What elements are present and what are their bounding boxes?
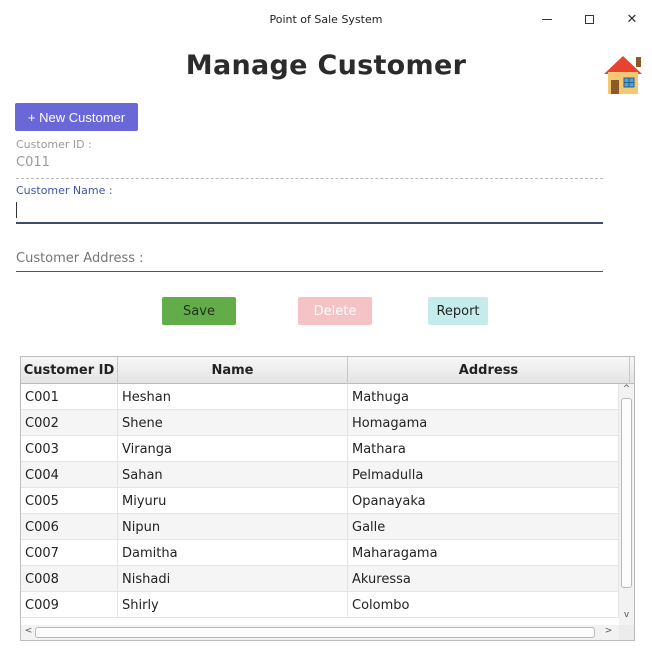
save-button[interactable]: Save xyxy=(162,297,236,325)
cell-name: Miyuru xyxy=(118,488,348,514)
cell-customer-id: C003 xyxy=(21,436,118,462)
cell-customer-id: C006 xyxy=(21,514,118,540)
column-header-customer-id[interactable]: Customer ID xyxy=(21,357,118,384)
table-row[interactable]: C005 Miyuru Opanayaka xyxy=(21,488,619,514)
maximize-button[interactable] xyxy=(574,8,604,30)
delete-button[interactable]: Delete xyxy=(298,297,372,325)
cell-address: Colombo xyxy=(348,592,619,618)
horizontal-scrollbar[interactable]: < > xyxy=(21,625,619,640)
cell-customer-id: C005 xyxy=(21,488,118,514)
horizontal-scroll-thumb[interactable] xyxy=(35,627,595,638)
table-body: C001 Heshan Mathuga C002 Shene Homagama … xyxy=(21,384,619,625)
customer-name-input[interactable] xyxy=(16,199,603,224)
maximize-icon xyxy=(584,14,594,24)
customer-name-label: Customer Name : xyxy=(16,184,113,197)
customer-table[interactable]: Customer ID Name Address C001 Heshan Mat… xyxy=(20,356,635,641)
cell-name: Shirly xyxy=(118,592,348,618)
customer-address-input[interactable] xyxy=(16,246,603,272)
cell-address: Maharagama xyxy=(348,540,619,566)
cell-name: Shene xyxy=(118,410,348,436)
page-title: Manage Customer xyxy=(185,50,467,81)
minimize-icon xyxy=(542,18,552,20)
text-caret xyxy=(16,202,17,218)
scroll-right-arrow-icon[interactable]: > xyxy=(601,626,616,636)
cell-name: Damitha xyxy=(118,540,348,566)
report-button[interactable]: Report xyxy=(428,297,488,325)
table-row[interactable]: C008 Nishadi Akuressa xyxy=(21,566,619,592)
vertical-scroll-thumb[interactable] xyxy=(621,398,632,588)
cell-name: Heshan xyxy=(118,384,348,410)
cell-address: Akuressa xyxy=(348,566,619,592)
column-header-address[interactable]: Address xyxy=(348,357,630,384)
cell-address: Pelmadulla xyxy=(348,462,619,488)
customer-id-label: Customer ID : xyxy=(16,138,92,151)
cell-customer-id: C001 xyxy=(21,384,118,410)
cell-customer-id: C004 xyxy=(21,462,118,488)
close-icon: ✕ xyxy=(626,11,638,27)
close-button[interactable]: ✕ xyxy=(617,8,647,30)
cell-name: Nipun xyxy=(118,514,348,540)
cell-customer-id: C009 xyxy=(21,592,118,618)
cell-address: Mathuga xyxy=(348,384,619,410)
scroll-left-arrow-icon[interactable]: < xyxy=(21,626,36,636)
house-icon[interactable] xyxy=(600,52,646,96)
cell-address: Mathara xyxy=(348,436,619,462)
cell-address: Galle xyxy=(348,514,619,540)
cell-address: Homagama xyxy=(348,410,619,436)
cell-name: Nishadi xyxy=(118,566,348,592)
title-bar: Point of Sale System ✕ xyxy=(0,0,652,40)
table-header: Customer ID Name Address xyxy=(21,357,634,384)
cell-customer-id: C002 xyxy=(21,410,118,436)
table-row[interactable]: C004 Sahan Pelmadulla xyxy=(21,462,619,488)
customer-id-value: C011 xyxy=(16,155,50,170)
table-row[interactable]: C003 Viranga Mathara xyxy=(21,436,619,462)
scroll-up-arrow-icon[interactable]: ^ xyxy=(619,384,634,394)
cell-customer-id: C007 xyxy=(21,540,118,566)
cell-customer-id: C008 xyxy=(21,566,118,592)
scroll-down-arrow-icon[interactable]: v xyxy=(619,610,634,620)
table-row[interactable]: C006 Nipun Galle xyxy=(21,514,619,540)
table-row[interactable]: C001 Heshan Mathuga xyxy=(21,384,619,410)
cell-name: Viranga xyxy=(118,436,348,462)
cell-name: Sahan xyxy=(118,462,348,488)
table-row[interactable]: C007 Damitha Maharagama xyxy=(21,540,619,566)
cell-address: Opanayaka xyxy=(348,488,619,514)
vertical-scrollbar[interactable]: ^ v xyxy=(619,384,634,625)
customer-id-underline xyxy=(16,178,603,179)
table-row[interactable]: C002 Shene Homagama xyxy=(21,410,619,436)
new-customer-button[interactable]: + New Customer xyxy=(15,103,138,131)
scrollbar-corner xyxy=(619,625,634,640)
table-row[interactable]: C009 Shirly Colombo xyxy=(21,592,619,618)
minimize-button[interactable] xyxy=(532,8,562,30)
column-header-name[interactable]: Name xyxy=(118,357,348,384)
